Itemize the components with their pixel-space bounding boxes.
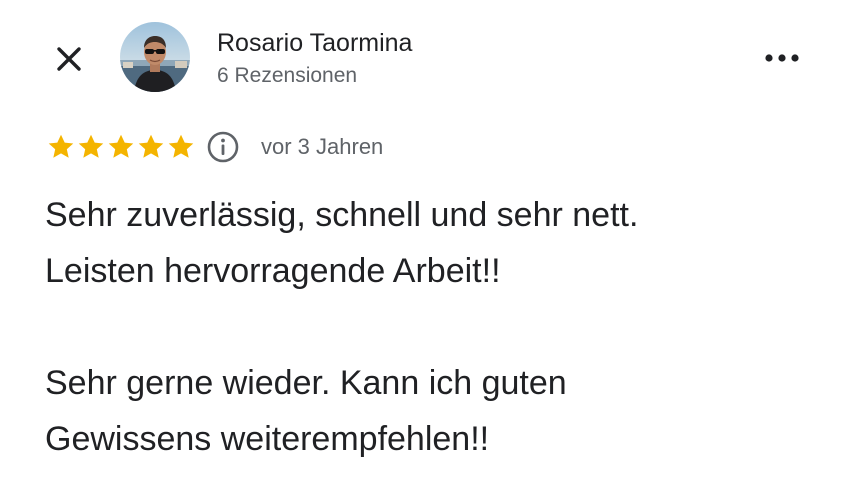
star-icon (138, 134, 164, 158)
review-body: Sehr zuverlässig, schnell und sehr nett.… (45, 187, 835, 467)
star-icon (78, 134, 104, 158)
review-detail-view: Rosario Taormina 6 Rezensionen vor 3 Jah… (0, 0, 850, 503)
star-rating (46, 132, 196, 162)
star-icon (48, 134, 74, 158)
author-info: Rosario Taormina 6 Rezensionen (217, 27, 412, 90)
review-paragraph-1: Sehr zuverlässig, schnell und sehr nett.… (45, 196, 639, 290)
star-icon (168, 134, 194, 158)
review-paragraph-2: Sehr gerne wieder. Kann ich guten Gewiss… (45, 364, 567, 458)
close-icon (57, 47, 81, 71)
rating-row: vor 3 Jahren (46, 129, 383, 165)
review-date: vor 3 Jahren (261, 134, 384, 159)
author-name[interactable]: Rosario Taormina (217, 27, 412, 59)
star-icon (108, 134, 134, 158)
more-horizontal-icon (765, 54, 799, 62)
more-options-button[interactable] (758, 42, 806, 74)
info-icon[interactable] (206, 130, 240, 164)
avatar[interactable] (120, 22, 190, 92)
review-count: 6 Rezensionen (217, 64, 358, 87)
close-button[interactable] (48, 38, 90, 80)
